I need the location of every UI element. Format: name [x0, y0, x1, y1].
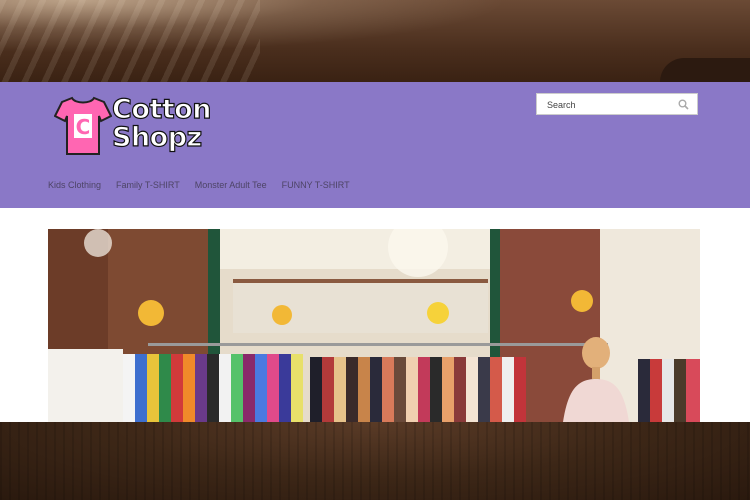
- store-photo: [48, 229, 700, 422]
- search-input[interactable]: [545, 97, 679, 113]
- main-nav: Kids Clothing Family T-SHIRT Monster Adu…: [48, 180, 350, 190]
- main-content: [0, 208, 750, 422]
- logo-text-line2: Shopz: [111, 122, 202, 153]
- nav-item-monster-adult-tee[interactable]: Monster Adult Tee: [195, 180, 267, 190]
- background-hill: [660, 58, 750, 82]
- background-ground: [0, 422, 750, 500]
- site-logo[interactable]: C Cotton Shopz: [54, 94, 214, 158]
- logo-text-line1: Cotton: [111, 94, 212, 125]
- nav-item-funny-tshirt[interactable]: FUNNY T-SHIRT: [282, 180, 350, 190]
- background-sky: [0, 0, 750, 82]
- store-banner-image[interactable]: [48, 229, 700, 422]
- tshirt-logo-icon: C: [54, 96, 112, 155]
- site-header: C Cotton Shopz Kids Clothing Family T-SH…: [0, 82, 750, 208]
- nav-item-family-tshirt[interactable]: Family T-SHIRT: [116, 180, 180, 190]
- sun-rays: [0, 0, 260, 82]
- ground-texture: [0, 422, 750, 500]
- logo-letter: C: [76, 115, 91, 139]
- search-box[interactable]: [536, 93, 698, 115]
- nav-item-kids-clothing[interactable]: Kids Clothing: [48, 180, 101, 190]
- search-icon[interactable]: [678, 99, 689, 110]
